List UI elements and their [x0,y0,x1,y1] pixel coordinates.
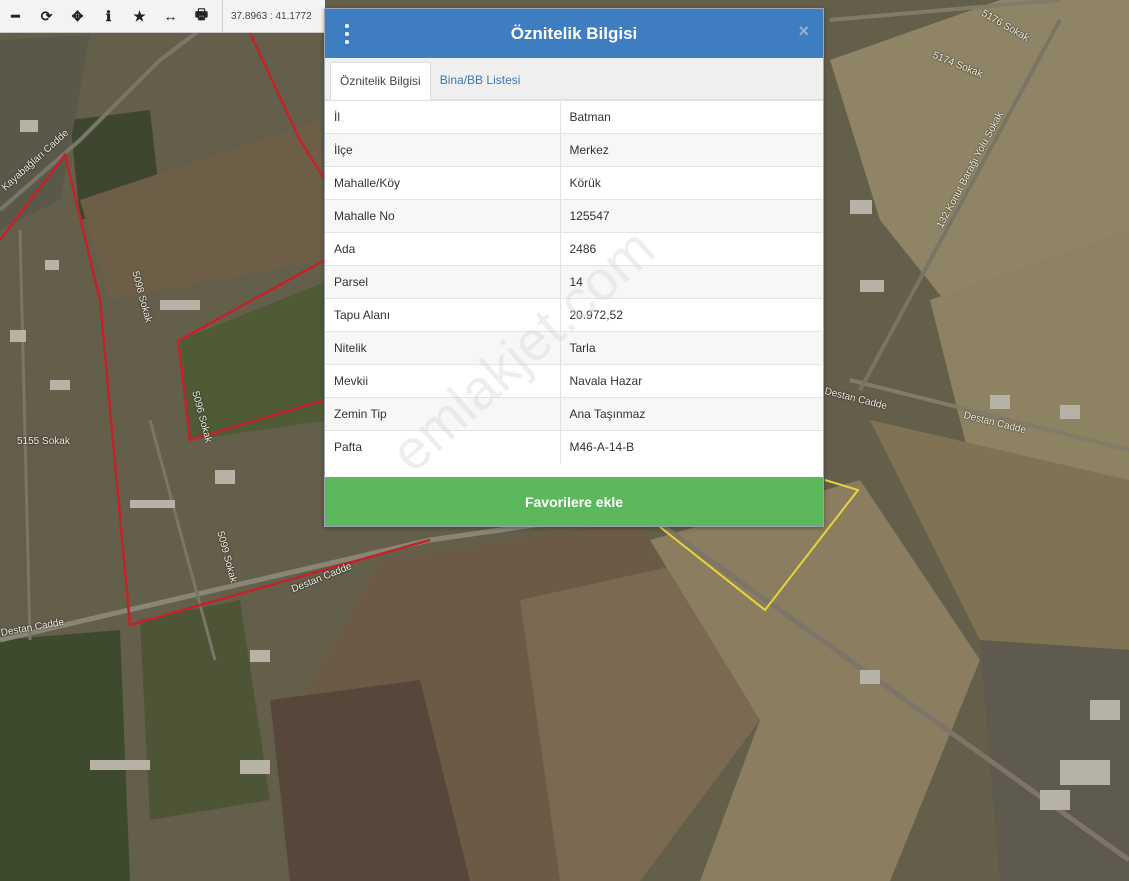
info-icon[interactable]: ℹ [93,0,124,33]
attribute-value: 125547 [560,199,823,233]
menu-icon[interactable] [343,24,351,44]
dialog-header: Öznitelik Bilgisi × [325,9,823,58]
attribute-key: Nitelik [325,331,561,365]
attribute-value: Merkez [560,133,823,167]
attribute-key: İl [325,100,561,134]
tab-attribute-info[interactable]: Öznitelik Bilgisi [330,62,431,100]
attribute-table: İl Batman İlçe Merkez Mahalle/Köy Körük Mahall… [325,100,823,464]
add-to-favorites-button[interactable]: Favorilere ekle [325,477,823,526]
attribute-value: Tarla [560,331,823,365]
tab-building-list[interactable]: Bina/BB Listesi [431,61,530,99]
measure-icon[interactable]: ↔ [155,0,186,33]
table-row: Mahalle No 125547 [325,199,823,233]
close-icon[interactable]: × [798,21,809,42]
crosshair-icon[interactable]: ✥ [62,0,93,33]
attribute-value: 20.972,52 [560,298,823,332]
table-row: Nitelik Tarla [325,331,823,365]
attribute-key: Tapu Alanı [325,298,561,332]
dialog-title: Öznitelik Bilgisi [510,23,638,43]
refresh-icon[interactable]: ⟳ [31,0,62,33]
attribute-key: İlçe [325,133,561,167]
table-row: Zemin Tip Ana Taşınmaz [325,397,823,431]
attribute-key: Ada [325,232,561,266]
attribute-value: M46-A-14-B [560,430,823,464]
attribute-key: Parsel [325,265,561,299]
attribute-key: Zemin Tip [325,397,561,431]
zoom-out-icon[interactable]: ━ [0,0,31,33]
attribute-key: Mahalle No [325,199,561,233]
table-row: Mahalle/Köy Körük [325,166,823,200]
attribute-value: 14 [560,265,823,299]
attribute-key: Mahalle/Köy [325,166,561,200]
attribute-key: Pafta [325,430,561,464]
attribute-value: Körük [560,166,823,200]
table-row: Pafta M46-A-14-B [325,430,823,464]
attribute-key: Mevkii [325,364,561,398]
dialog-tabs: Öznitelik Bilgisi Bina/BB Listesi [325,58,823,100]
attribute-value: 2486 [560,232,823,266]
table-row: İlçe Merkez [325,133,823,167]
print-icon[interactable]: 🖶 [186,0,217,33]
table-row: Tapu Alanı 20.972,52 [325,298,823,332]
map-toolbar: ━ ⟳ ✥ ℹ ★ ↔ 🖶 37.8963 : 41.1772 [0,0,325,33]
attribute-value: Ana Taşınmaz [560,397,823,431]
street-label: 5155 Sokak [17,436,70,447]
attribute-value: Navala Hazar [560,364,823,398]
attribute-info-dialog: Öznitelik Bilgisi × Öznitelik Bilgisi Bi… [324,8,824,527]
table-row: Parsel 14 [325,265,823,299]
table-row: Ada 2486 [325,232,823,266]
table-row: İl Batman [325,100,823,134]
coordinate-readout: 37.8963 : 41.1772 [222,0,312,33]
star-icon[interactable]: ★ [124,0,155,33]
table-row: Mevkii Navala Hazar [325,364,823,398]
attribute-value: Batman [560,100,823,134]
